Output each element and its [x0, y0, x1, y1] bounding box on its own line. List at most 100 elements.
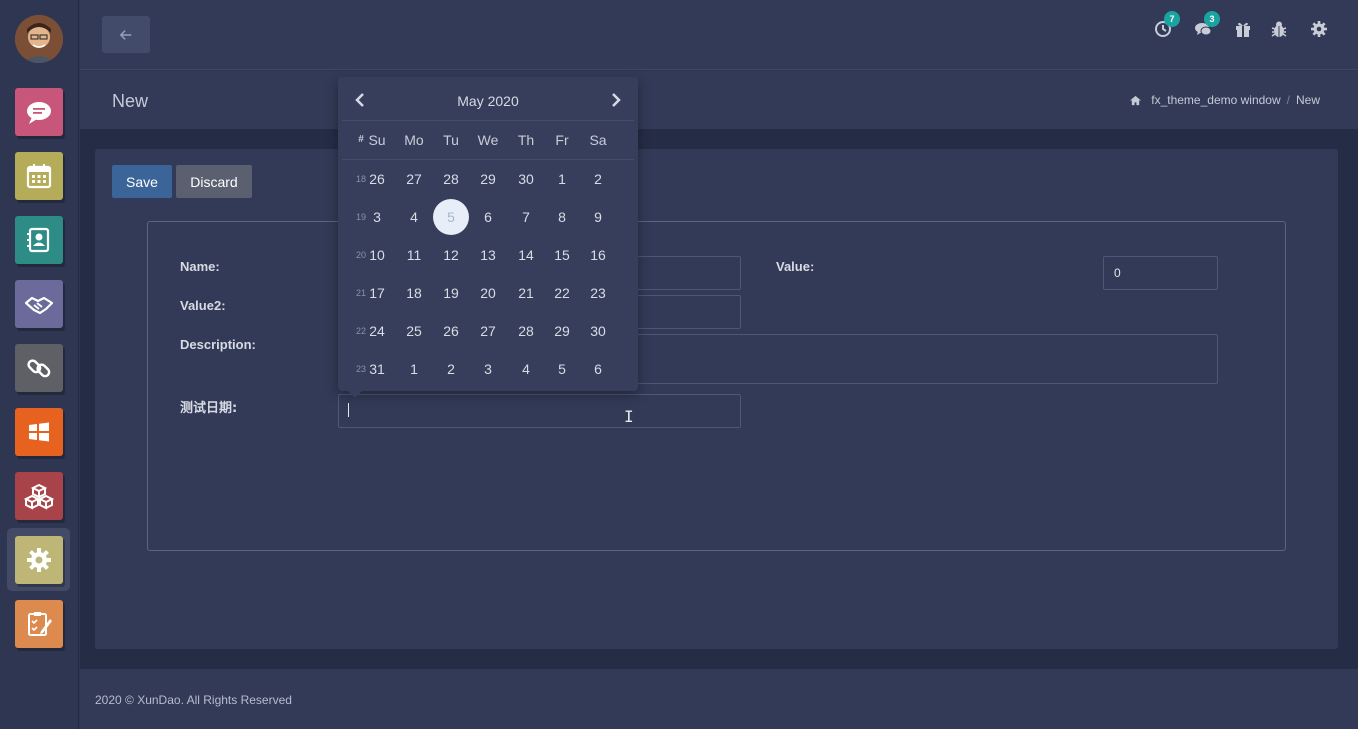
calendar-day[interactable]: 5	[433, 199, 469, 235]
text-caret	[348, 403, 349, 417]
windows-app-icon[interactable]	[15, 408, 63, 456]
calendar-day[interactable]: 25	[396, 313, 432, 349]
calendar-day[interactable]: 2	[580, 161, 616, 197]
calendar-day[interactable]: 29	[544, 313, 580, 349]
inventory-app-icon[interactable]	[15, 472, 63, 520]
messages-badge: 3	[1204, 11, 1220, 27]
weekday-header: Fr	[555, 132, 569, 148]
calendar-day[interactable]: 31	[359, 351, 395, 387]
save-button[interactable]: Save	[112, 165, 172, 198]
calendar-day[interactable]: 10	[359, 237, 395, 273]
calendar-day[interactable]: 6	[580, 351, 616, 387]
calendar-day[interactable]: 6	[470, 199, 506, 235]
datepicker-divider	[342, 159, 634, 160]
chevron-right-icon	[612, 93, 621, 107]
calendar-day[interactable]: 26	[359, 161, 395, 197]
calendar-day[interactable]: 4	[508, 351, 544, 387]
chevron-left-icon	[355, 93, 364, 107]
weekday-header: Mo	[404, 132, 424, 148]
breadcrumb-separator: /	[1286, 93, 1290, 107]
form-sheet: Name: Value: 0 Value2: Description: 测试日期…	[147, 221, 1286, 551]
calendar-day[interactable]: 21	[508, 275, 544, 311]
calendar-day[interactable]: 27	[396, 161, 432, 197]
calendar-day[interactable]: 3	[359, 199, 395, 235]
main-content: Save Discard Name: Value: 0 Value2: Desc…	[80, 129, 1358, 669]
form-view: Save Discard Name: Value: 0 Value2: Desc…	[95, 149, 1338, 649]
contacts-app-icon[interactable]	[15, 216, 63, 264]
weekday-header: Sa	[589, 132, 607, 148]
calendar-day[interactable]: 30	[508, 161, 544, 197]
survey-app-icon[interactable]	[15, 600, 63, 648]
back-button[interactable]	[102, 16, 150, 53]
calendar-day[interactable]: 4	[396, 199, 432, 235]
calendar-day[interactable]: 26	[433, 313, 469, 349]
app-sidebar	[0, 0, 79, 729]
calendar-day[interactable]: 1	[544, 161, 580, 197]
value-field[interactable]: 0	[1103, 256, 1218, 290]
calendar-day[interactable]: 11	[396, 237, 432, 273]
calendar-day[interactable]: 14	[508, 237, 544, 273]
calendar-day[interactable]: 1	[396, 351, 432, 387]
weekday-header: Th	[517, 132, 535, 148]
weekday-header: Tu	[443, 132, 459, 148]
calendar-day[interactable]: 20	[470, 275, 506, 311]
calendar-day[interactable]: 28	[433, 161, 469, 197]
datepicker-next-button[interactable]	[605, 90, 625, 110]
datepicker-header: May 2020	[338, 77, 638, 121]
calendar-day[interactable]: 3	[470, 351, 506, 387]
breadcrumb-item-current: New	[1295, 93, 1320, 107]
calendar-day[interactable]: 24	[359, 313, 395, 349]
messages-button[interactable]: 3	[1194, 11, 1220, 38]
datepicker-month-title[interactable]: May 2020	[438, 93, 538, 109]
calendar-day[interactable]: 29	[470, 161, 506, 197]
calendar-day[interactable]: 5	[544, 351, 580, 387]
calendar-day[interactable]: 16	[580, 237, 616, 273]
crm-handshake-app-icon[interactable]	[15, 280, 63, 328]
breadcrumb: fx_theme_demo window / New	[1129, 93, 1320, 107]
debug-button[interactable]	[1270, 20, 1288, 38]
discuss-app-icon[interactable]	[15, 88, 63, 136]
name-label: Name:	[180, 259, 220, 274]
breadcrumb-item-window[interactable]: fx_theme_demo window	[1151, 93, 1280, 107]
calendar-day[interactable]: 23	[580, 275, 616, 311]
text-cursor-icon: I	[624, 407, 634, 426]
activity-badge: 7	[1164, 11, 1180, 27]
arrow-left-icon	[119, 29, 132, 40]
settings-button[interactable]	[1310, 20, 1328, 38]
link-app-icon[interactable]	[15, 344, 63, 392]
calendar-day[interactable]: 22	[544, 275, 580, 311]
weekday-header: We	[477, 132, 499, 148]
calendar-day[interactable]: 13	[470, 237, 506, 273]
datepicker-prev-button[interactable]	[351, 90, 371, 110]
gift-button[interactable]	[1234, 20, 1252, 38]
calendar-day[interactable]: 12	[433, 237, 469, 273]
copyright-text: 2020 © XunDao. All Rights Reserved	[95, 693, 292, 707]
settings-app-icon[interactable]	[15, 536, 63, 584]
activity-clock-button[interactable]: 7	[1154, 11, 1180, 38]
datepicker-popup: May 2020 # Su Mo Tu We Th Fr Sa 18 26 27 28 29 30 1 2…	[338, 77, 638, 398]
datepicker-caret	[348, 391, 362, 398]
calendar-day[interactable]: 19	[433, 275, 469, 311]
calendar-day[interactable]: 17	[359, 275, 395, 311]
calendar-day[interactable]: 27	[470, 313, 506, 349]
test-date-input[interactable]	[338, 394, 741, 428]
discard-button[interactable]: Discard	[176, 165, 252, 198]
calendar-day[interactable]: 2	[433, 351, 469, 387]
user-avatar[interactable]	[15, 15, 63, 63]
calendar-day[interactable]: 8	[544, 199, 580, 235]
gift-icon	[1236, 22, 1250, 37]
calendar-day[interactable]: 28	[508, 313, 544, 349]
calendar-day[interactable]: 30	[580, 313, 616, 349]
datepicker-divider	[342, 120, 634, 121]
home-icon[interactable]	[1129, 95, 1142, 106]
value-label: Value:	[776, 259, 815, 274]
calendar-day[interactable]: 9	[580, 199, 616, 235]
calendar-day[interactable]: 15	[544, 237, 580, 273]
page-title: New	[112, 91, 149, 111]
calendar-day[interactable]: 7	[508, 199, 544, 235]
calendar-day[interactable]: 18	[396, 275, 432, 311]
weekday-header: Su	[368, 132, 386, 148]
calendar-app-icon[interactable]	[15, 152, 63, 200]
footer: 2020 © XunDao. All Rights Reserved	[80, 669, 1358, 729]
value2-label: Value2:	[180, 298, 226, 313]
